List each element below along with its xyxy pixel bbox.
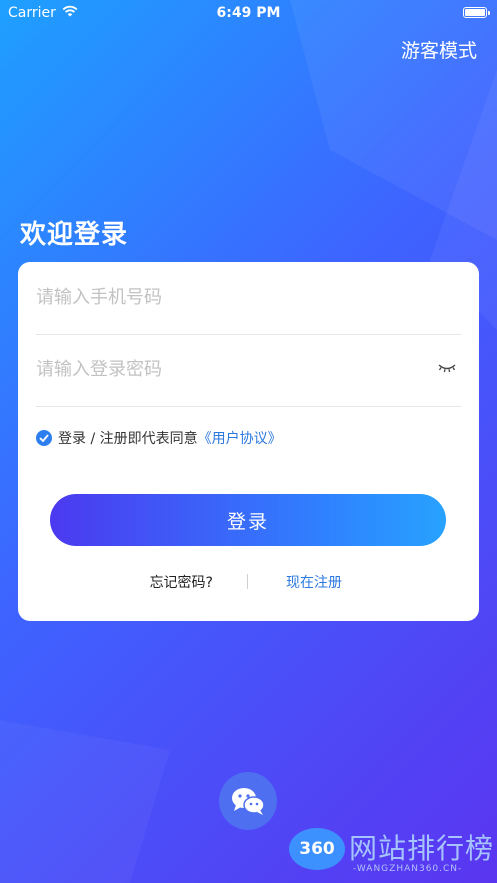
guest-mode-button[interactable]: 游客模式 — [401, 36, 477, 63]
watermark-title: 网站排行榜 — [349, 832, 495, 865]
login-button[interactable]: 登录 — [50, 494, 446, 546]
register-link[interactable]: 现在注册 — [286, 572, 342, 592]
user-agreement-link[interactable]: 《用户协议》 — [198, 428, 282, 448]
watermark: 360 网站排行榜 -WANGZHAN360.CN- — [285, 826, 495, 881]
check-icon — [39, 434, 49, 442]
watermark-subtitle: -WANGZHAN360.CN- — [353, 864, 463, 874]
password-field-row — [36, 334, 461, 407]
wechat-icon — [232, 788, 265, 815]
battery-icon — [463, 7, 490, 18]
eye-closed-icon[interactable] — [437, 360, 457, 374]
agreement-row: 登录 / 注册即代表同意 《用户协议》 — [36, 428, 282, 448]
login-card: 登录 / 注册即代表同意 《用户协议》 登录 忘记密码? 现在注册 — [18, 262, 479, 621]
wechat-login-button[interactable] — [219, 772, 277, 830]
phone-field-row — [36, 262, 461, 335]
watermark-logo: 360 — [289, 828, 345, 870]
status-time: 6:49 PM — [216, 5, 281, 21]
bottom-links: 忘记密码? 现在注册 — [18, 570, 479, 594]
phone-input[interactable] — [36, 282, 426, 312]
agreement-checkbox[interactable] — [36, 430, 52, 446]
agreement-text: 登录 / 注册即代表同意 — [58, 431, 198, 447]
page-title: 欢迎登录 — [20, 220, 129, 250]
status-bar: Carrier 6:49 PM — [0, 0, 497, 28]
password-input[interactable] — [36, 354, 426, 384]
forgot-password-link[interactable]: 忘记密码? — [150, 572, 213, 592]
link-divider — [247, 574, 248, 589]
